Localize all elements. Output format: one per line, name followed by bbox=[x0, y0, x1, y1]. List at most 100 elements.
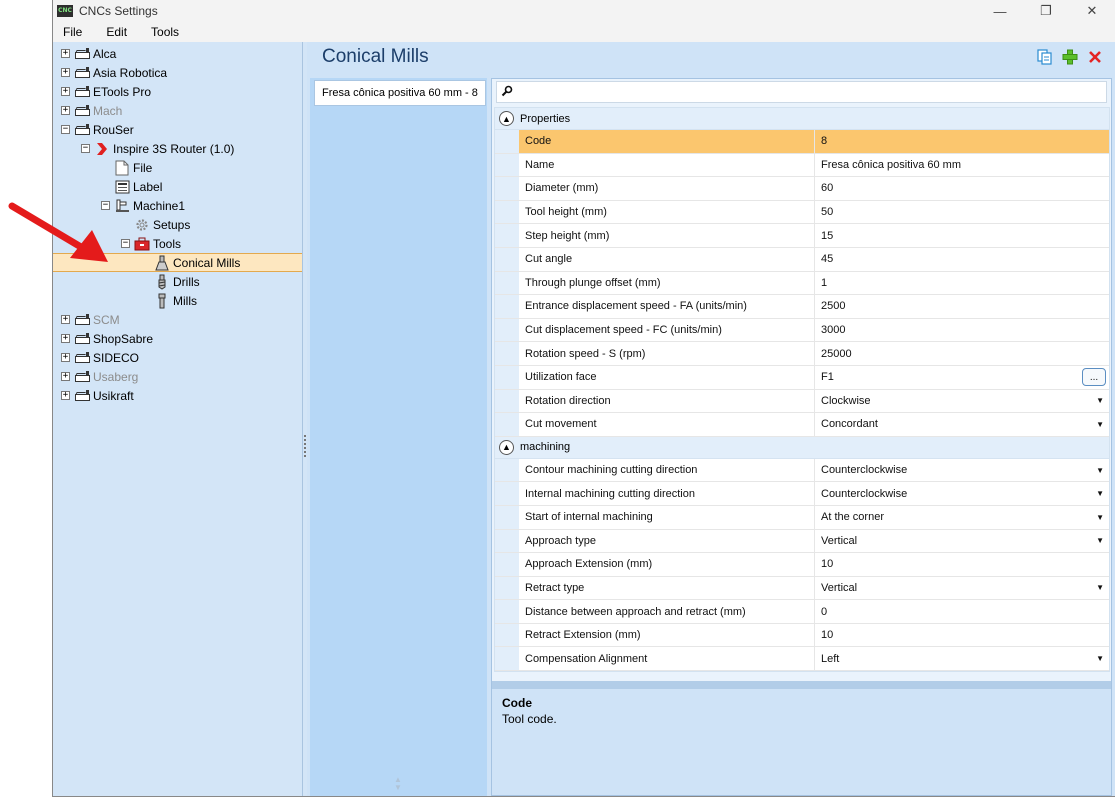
expand-icon[interactable]: + bbox=[61, 334, 70, 343]
tree-item-machine1[interactable]: − Machine1 bbox=[53, 196, 302, 215]
property-row[interactable]: Start of internal machining At the corner… bbox=[495, 505, 1109, 530]
property-row[interactable]: Step height (mm) 15 bbox=[495, 224, 1109, 248]
expand-icon[interactable]: + bbox=[61, 106, 70, 115]
list-scroll-arrows[interactable]: ▲ ▼ bbox=[394, 776, 402, 792]
delete-icon[interactable] bbox=[1086, 49, 1103, 66]
maximize-button[interactable]: ❐ bbox=[1023, 0, 1069, 22]
property-value[interactable]: 60 bbox=[815, 177, 1109, 200]
property-value[interactable]: 0 bbox=[815, 600, 1109, 623]
tree-item-tools[interactable]: − Tools bbox=[53, 234, 302, 253]
tree-item-mills[interactable]: Mills bbox=[53, 291, 302, 310]
tree-item-conical-mills[interactable]: Conical Mills bbox=[53, 253, 302, 272]
dropdown-arrow-icon[interactable]: ▼ bbox=[1096, 513, 1104, 522]
property-row[interactable]: Tool height (mm) 50 bbox=[495, 200, 1109, 225]
tree-item-mach[interactable]: + Mach bbox=[53, 101, 302, 120]
expand-icon[interactable]: + bbox=[61, 372, 70, 381]
property-row[interactable]: Retract type Vertical ▼ bbox=[495, 576, 1109, 601]
property-value[interactable]: 50 bbox=[815, 201, 1109, 224]
expand-icon[interactable]: + bbox=[61, 391, 70, 400]
menu-edit[interactable]: Edit bbox=[102, 25, 137, 39]
tool-list-item[interactable]: Fresa cônica positiva 60 mm - 8 bbox=[314, 80, 486, 106]
property-value[interactable]: 10 bbox=[815, 553, 1109, 576]
property-value[interactable]: 1 bbox=[815, 272, 1109, 295]
tree-item-inspire-3s-router-1-0[interactable]: − Inspire 3S Router (1.0) bbox=[53, 139, 302, 158]
category-machining[interactable]: ▲ machining bbox=[495, 436, 1109, 459]
menu-file[interactable]: File bbox=[59, 25, 92, 39]
property-value[interactable]: At the corner ▼ bbox=[815, 506, 1109, 529]
property-value[interactable]: Clockwise ▼ bbox=[815, 390, 1109, 413]
description-splitter[interactable] bbox=[492, 681, 1111, 689]
property-row[interactable]: Cut angle 45 bbox=[495, 247, 1109, 272]
dropdown-arrow-icon[interactable]: ▼ bbox=[1096, 583, 1104, 592]
property-row[interactable]: Retract Extension (mm) 10 bbox=[495, 623, 1109, 648]
collapse-icon[interactable]: − bbox=[101, 201, 110, 210]
property-value[interactable]: Vertical ▼ bbox=[815, 577, 1109, 600]
tree-item-usaberg[interactable]: + Usaberg bbox=[53, 367, 302, 386]
category-properties[interactable]: ▲ Properties bbox=[495, 108, 1109, 130]
collapse-category-icon[interactable]: ▲ bbox=[499, 111, 514, 126]
dropdown-arrow-icon[interactable]: ▼ bbox=[1096, 466, 1104, 475]
property-row[interactable]: Utilization face F1... bbox=[495, 365, 1109, 390]
property-row[interactable]: Contour machining cutting direction Count… bbox=[495, 458, 1109, 483]
tree-item-sideco[interactable]: + SIDECO bbox=[53, 348, 302, 367]
property-value[interactable]: 45 bbox=[815, 248, 1109, 271]
property-row[interactable]: Cut movement Concordant ▼ bbox=[495, 413, 1109, 437]
expand-icon[interactable]: + bbox=[61, 315, 70, 324]
collapse-icon[interactable]: − bbox=[81, 144, 90, 153]
menu-tools[interactable]: Tools bbox=[147, 25, 189, 39]
minimize-button[interactable]: — bbox=[977, 0, 1023, 22]
property-row[interactable]: Internal machining cutting direction Coun… bbox=[495, 482, 1109, 506]
expand-icon[interactable]: + bbox=[61, 49, 70, 58]
dropdown-arrow-icon[interactable]: ▼ bbox=[1096, 420, 1104, 429]
tree-item-rouser[interactable]: − RouSer bbox=[53, 120, 302, 139]
property-row[interactable]: Code 8 bbox=[495, 130, 1109, 154]
property-row[interactable]: Approach type Vertical ▼ bbox=[495, 529, 1109, 554]
tree-item-label[interactable]: Label bbox=[53, 177, 302, 196]
splitter-grip[interactable] bbox=[304, 435, 306, 457]
expand-icon[interactable]: + bbox=[61, 353, 70, 362]
collapse-icon[interactable]: − bbox=[61, 125, 70, 134]
tree-item-usikraft[interactable]: + Usikraft bbox=[53, 386, 302, 405]
property-row[interactable]: Approach Extension (mm) 10 bbox=[495, 553, 1109, 577]
dropdown-arrow-icon[interactable]: ▼ bbox=[1096, 536, 1104, 545]
tree-item-asia-robotica[interactable]: + Asia Robotica bbox=[53, 63, 302, 82]
tree-item-shopsabre[interactable]: + ShopSabre bbox=[53, 329, 302, 348]
search-input[interactable] bbox=[513, 85, 1106, 99]
dropdown-arrow-icon[interactable]: ▼ bbox=[1096, 489, 1104, 498]
property-value[interactable]: Counterclockwise ▼ bbox=[815, 459, 1109, 482]
tree-item-alca[interactable]: + Alca bbox=[53, 44, 302, 63]
property-value[interactable]: 8 bbox=[815, 130, 1109, 153]
property-value[interactable]: 3000 bbox=[815, 319, 1109, 342]
property-value[interactable]: Left ▼ bbox=[815, 647, 1109, 670]
tree-item-file[interactable]: File bbox=[53, 158, 302, 177]
property-value[interactable]: 25000 bbox=[815, 342, 1109, 365]
property-row[interactable]: Compensation Alignment Left ▼ bbox=[495, 647, 1109, 672]
property-value[interactable]: Vertical ▼ bbox=[815, 530, 1109, 553]
collapse-icon[interactable]: − bbox=[121, 239, 130, 248]
property-row[interactable]: Rotation direction Clockwise ▼ bbox=[495, 389, 1109, 414]
close-button[interactable]: ✕ bbox=[1069, 0, 1115, 22]
tree-item-scm[interactable]: + SCM bbox=[53, 310, 302, 329]
collapse-category-icon[interactable]: ▲ bbox=[499, 439, 514, 455]
property-row[interactable]: Diameter (mm) 60 bbox=[495, 177, 1109, 201]
property-value[interactable]: Concordant ▼ bbox=[815, 413, 1109, 436]
tree-item-drills[interactable]: Drills bbox=[53, 272, 302, 291]
expand-icon[interactable]: + bbox=[61, 68, 70, 77]
expand-icon[interactable]: + bbox=[61, 87, 70, 96]
tree-item-etools-pro[interactable]: + ETools Pro bbox=[53, 82, 302, 101]
property-row[interactable]: Entrance displacement speed - FA (units/… bbox=[495, 295, 1109, 319]
add-icon[interactable] bbox=[1061, 49, 1078, 66]
property-value[interactable]: Counterclockwise ▼ bbox=[815, 482, 1109, 505]
dropdown-arrow-icon[interactable]: ▼ bbox=[1096, 396, 1104, 405]
copy-icon[interactable] bbox=[1036, 49, 1053, 66]
dropdown-arrow-icon[interactable]: ▼ bbox=[1096, 654, 1104, 663]
property-value[interactable]: 15 bbox=[815, 224, 1109, 247]
property-value[interactable]: Fresa cônica positiva 60 mm bbox=[815, 154, 1109, 177]
property-row[interactable]: Distance between approach and retract (m… bbox=[495, 600, 1109, 624]
property-value[interactable]: 2500 bbox=[815, 295, 1109, 318]
property-row[interactable]: Through plunge offset (mm) 1 bbox=[495, 271, 1109, 296]
property-row[interactable]: Rotation speed - S (rpm) 25000 bbox=[495, 342, 1109, 366]
tree-item-setups[interactable]: Setups bbox=[53, 215, 302, 234]
property-row[interactable]: Name Fresa cônica positiva 60 mm bbox=[495, 153, 1109, 178]
ellipsis-button[interactable]: ... bbox=[1082, 368, 1106, 387]
